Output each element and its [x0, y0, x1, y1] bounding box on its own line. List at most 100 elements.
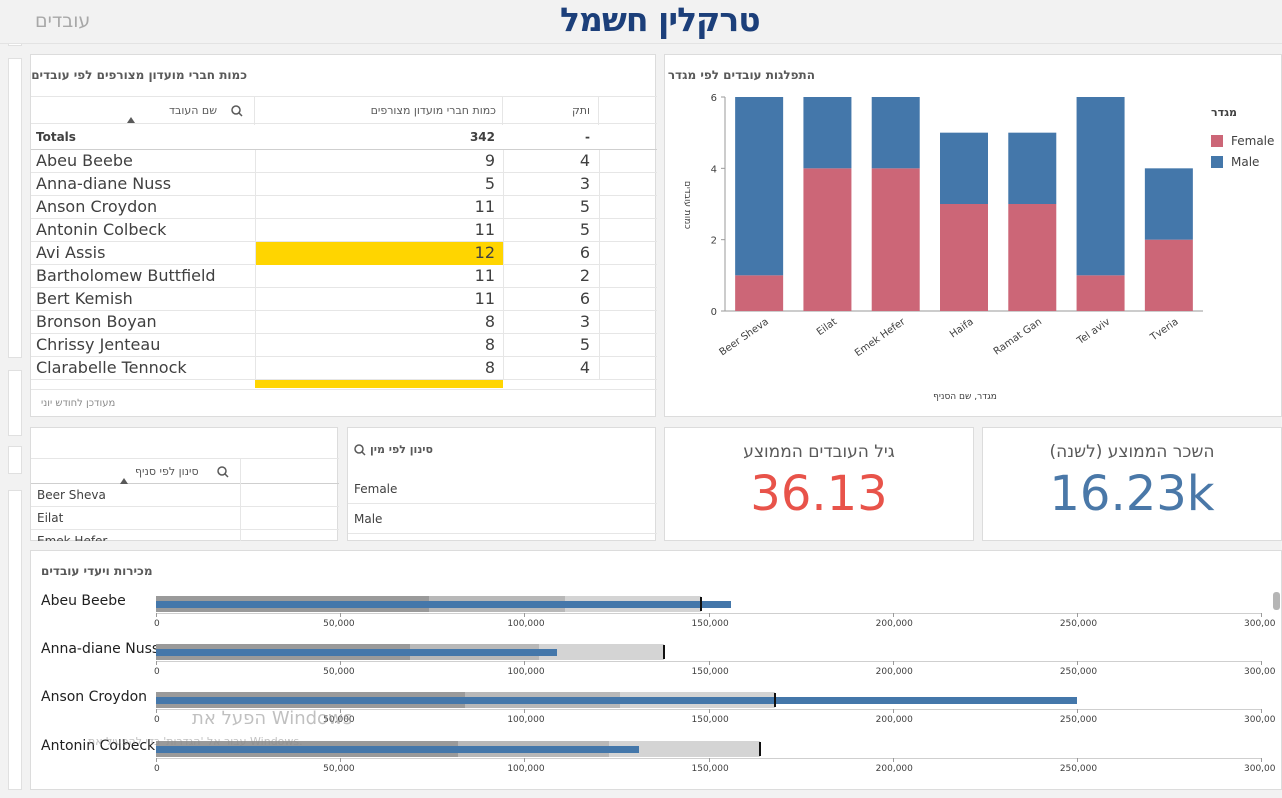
bullet-axis-tick-label: 100,000 — [507, 764, 545, 774]
bar-segment-male — [871, 97, 920, 169]
member-count-cell: 8 — [484, 335, 495, 354]
gender-filter-item[interactable]: Female — [348, 474, 657, 504]
bar-segment-male — [1008, 132, 1057, 204]
totals-count: 342 — [469, 130, 495, 144]
gender-filter-list[interactable]: Female Male — [348, 474, 657, 541]
bullet-axis-tick — [524, 613, 526, 617]
bar-segment-male — [940, 132, 988, 204]
header-seniority-col[interactable]: ותק — [503, 97, 599, 125]
seniority-cell: 6 — [579, 243, 590, 262]
bullet-axis-tick — [708, 709, 710, 713]
branch-filter-item-label: Emek Hefer — [37, 534, 108, 541]
member-count-cell: 8 — [484, 358, 495, 377]
branch-filter-header[interactable]: סינון לפי סניף — [31, 458, 339, 485]
member-count-cell: 12 — [255, 242, 503, 265]
bullet-axis-tick — [524, 661, 526, 665]
header-name-col[interactable]: שם העובד — [31, 97, 255, 125]
bullet-axis-tick-label: 50,000 — [323, 619, 355, 629]
x-tick-label: Eilat — [815, 316, 839, 338]
bullet-value-bar[interactable] — [156, 601, 731, 608]
bullet-axis-tick — [156, 758, 157, 762]
branch-filter-list[interactable]: Beer Sheva Eilat Emek Hefer — [31, 484, 339, 541]
legend-label: Male — [1231, 155, 1259, 169]
bullet-chart[interactable]: Abeu Beebe 0 50,000 100,000 150,000 200,000 25… — [31, 551, 1282, 791]
bullet-axis-tick-label: 200,000 — [875, 667, 913, 677]
table-row[interactable]: Bartholomew Buttfield 11 2 — [31, 265, 657, 288]
y-tick-label: 0 — [711, 307, 717, 318]
bar-segment-female — [735, 275, 784, 311]
table-row[interactable]: Abeu Beebe 9 4 — [31, 150, 657, 173]
bar-segment-female — [803, 168, 852, 311]
search-icon[interactable] — [231, 105, 243, 117]
activation-watermark-text: עבור אל 'הגדרות' כדי להפעיל את Windows. — [88, 735, 303, 748]
bullet-axis-tick-label: 250,000 — [1059, 715, 1098, 725]
bullet-target-marker[interactable] — [759, 742, 762, 756]
bullet-target-marker[interactable] — [700, 597, 703, 611]
sheet-title: עובדים — [35, 10, 91, 32]
bullet-axis-tick — [1076, 613, 1078, 617]
strip-card[interactable] — [8, 58, 22, 358]
bullet-axis-tick — [1261, 661, 1262, 665]
col-name-label: שם העובד — [169, 104, 218, 117]
table-row[interactable]: Antonin Colbeck 11 5 — [31, 219, 657, 242]
bullet-value-bar[interactable] — [156, 649, 558, 656]
bullet-axis-tick — [892, 613, 894, 617]
stacked-bar-chart[interactable]: 0 2 4 6 כמות עובדים Beer Sheva Eilat Emek Hefer… — [665, 55, 1282, 418]
branch-filter-item[interactable]: Eilat — [31, 507, 339, 530]
search-icon[interactable] — [354, 444, 366, 456]
bullet-axis-tick-label: 0 — [154, 764, 160, 774]
legend-title: מגדר — [1211, 106, 1237, 119]
branch-filter-item[interactable]: Beer Sheva — [31, 484, 339, 507]
x-tick-label: Emek Hefer — [853, 316, 908, 359]
bullet-target-marker[interactable] — [773, 693, 776, 707]
kpi-title: השכר הממוצע (לשנה) — [1049, 442, 1215, 462]
kpi-avg-age: גיל העובדים הממוצע 36.13 — [664, 427, 974, 541]
gender-filter-item[interactable]: Male — [348, 504, 657, 534]
seniority-cell: 4 — [579, 358, 590, 377]
table-row[interactable]: Bert Kemish 11 6 — [31, 288, 657, 311]
kpi-title: גיל העובדים הממוצע — [743, 442, 895, 462]
bullet-axis-tick — [708, 661, 710, 665]
member-count-cell: 11 — [474, 197, 495, 216]
bullet-row-label: Anna-diane Nuss — [41, 641, 160, 657]
search-icon[interactable] — [217, 466, 229, 478]
gender-chart-panel: התפלגות עובדים לפי מגדר 0 2 4 6 כמות עובדים B… — [664, 54, 1282, 417]
member-count-cell: 11 — [474, 220, 495, 239]
table-row[interactable]: Avi Assis 12 6 — [31, 242, 657, 265]
employee-name-cell: Antonin Colbeck — [36, 220, 167, 239]
strip-card[interactable] — [8, 490, 22, 790]
bullet-target-marker[interactable] — [663, 645, 666, 659]
employee-name-cell: Bartholomew Buttfield — [36, 266, 216, 285]
seniority-cell: 4 — [579, 151, 590, 170]
table-row[interactable]: Anna-diane Nuss 5 3 — [31, 173, 657, 196]
table-row[interactable]: Chrissy Jenteau 8 5 — [31, 334, 657, 357]
table-row[interactable]: Bronson Boyan 8 3 — [31, 311, 657, 334]
legend-swatch-female — [1211, 135, 1223, 147]
table-row[interactable]: Clarabelle Tennock 8 4 — [31, 357, 657, 380]
table-footer: מעודכן לחודש יוני — [31, 389, 657, 417]
employee-name-cell: Anna-diane Nuss — [36, 174, 172, 193]
member-count-cell: 8 — [484, 312, 495, 331]
branch-filter-item-label: Eilat — [37, 511, 64, 525]
member-count-cell — [255, 380, 503, 388]
table-body[interactable]: Abeu Beebe 9 4 Anna-diane Nuss 5 3 Anson Croyd… — [31, 150, 657, 388]
table-row[interactable]: Anson Croydon 11 5 — [31, 196, 657, 219]
bullet-axis-tick-label: 250,000 — [1059, 619, 1098, 629]
bullet-axis-tick-label: 150,000 — [691, 667, 729, 677]
member-count-cell: 9 — [484, 151, 495, 170]
scrollbar-thumb[interactable] — [1273, 592, 1280, 610]
kpi-avg-salary: השכר הממוצע (לשנה) 16.23k — [982, 427, 1282, 541]
header-count-col[interactable]: כמות חברי מועדון מצורפים — [255, 97, 503, 125]
bullet-row-label: Anson Croydon — [41, 689, 148, 705]
bullet-axis-tick — [708, 613, 710, 617]
bullet-axis-tick-label: 150,000 — [691, 619, 729, 629]
sort-asc-icon[interactable] — [127, 117, 135, 123]
gender-filter-item-label: Female — [354, 482, 398, 496]
bullet-value-bar[interactable] — [156, 697, 1077, 704]
strip-card[interactable] — [8, 446, 22, 474]
branch-filter-item[interactable]: Emek Hefer — [31, 530, 339, 541]
seniority-cell: 5 — [579, 220, 590, 239]
kpi-value: 16.23k — [1049, 466, 1215, 522]
strip-card[interactable] — [8, 370, 22, 436]
bullet-axis-tick-label: 300,00 — [1244, 764, 1276, 774]
